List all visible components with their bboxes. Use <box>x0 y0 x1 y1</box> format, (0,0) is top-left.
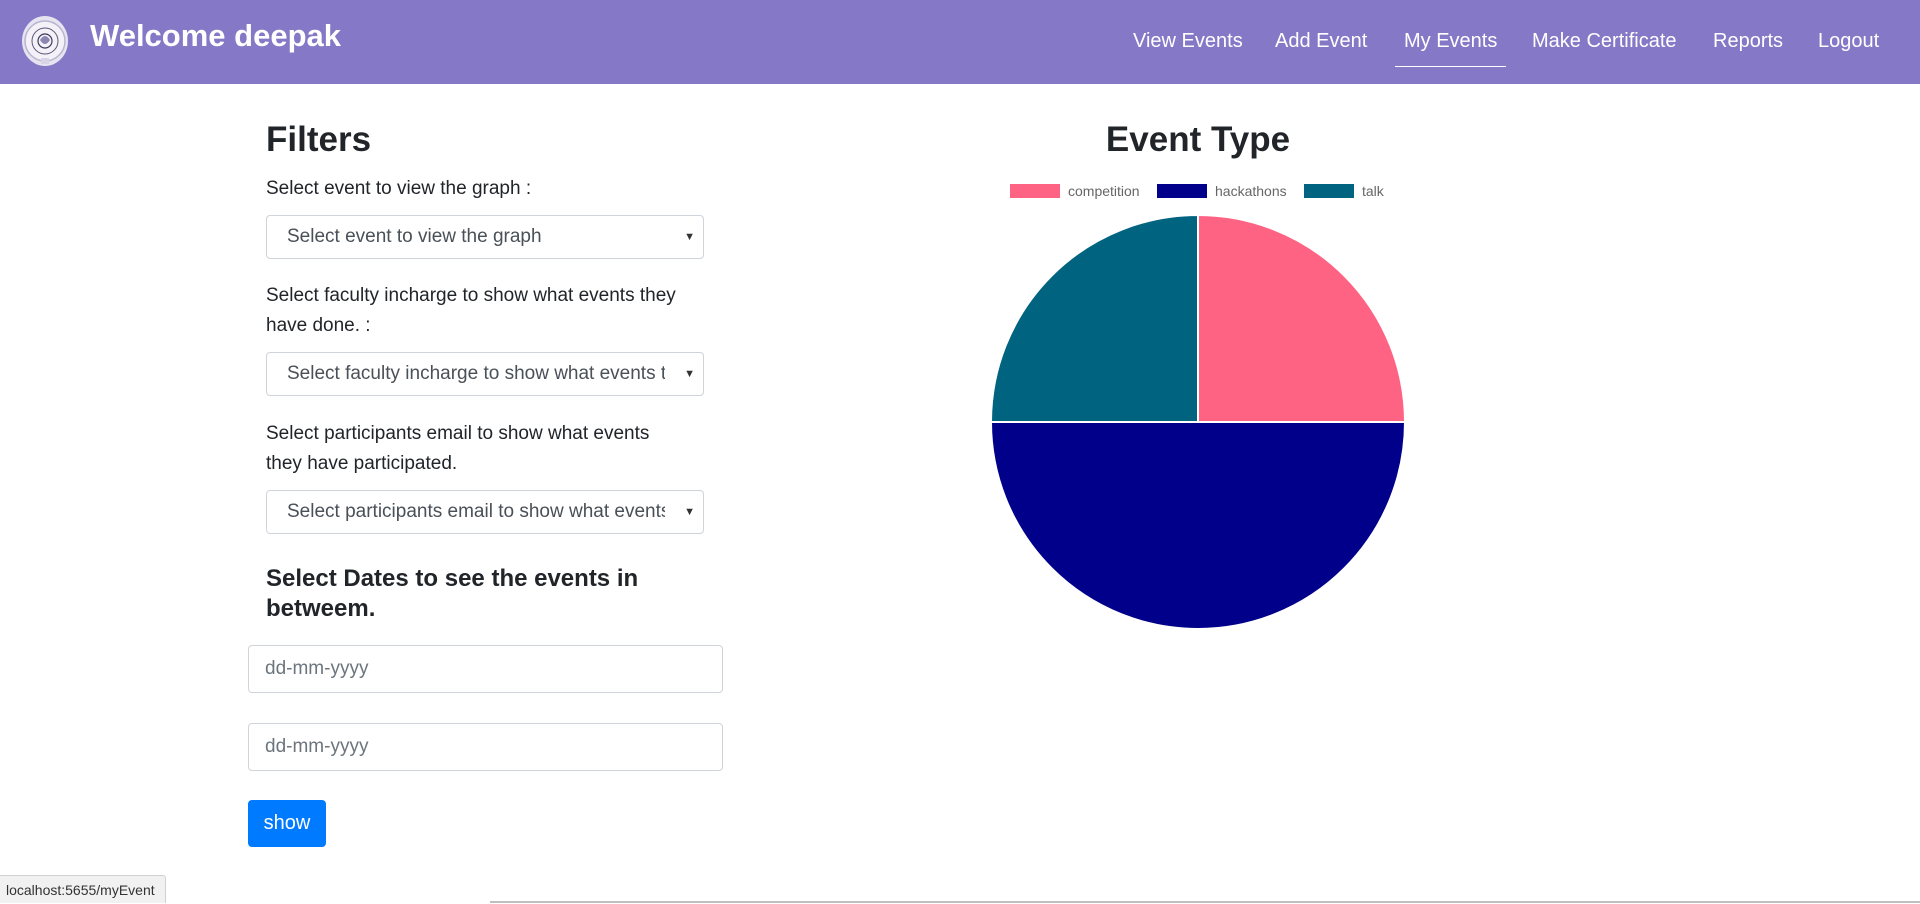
chart-title: Event Type <box>1105 120 1291 159</box>
legend-item-hackathons[interactable]: hackathons <box>1157 183 1287 199</box>
dates-heading: Select Dates to see the events in betwee… <box>266 564 686 624</box>
dates-heading-line2: betweem. <box>266 595 376 622</box>
legend-swatch <box>1304 184 1354 198</box>
faculty-select-value: Select faculty incharge to show what eve… <box>287 363 665 384</box>
pie-slice-talk[interactable] <box>989 213 1199 423</box>
faculty-select[interactable]: Select faculty incharge to show what eve… <box>266 352 704 396</box>
date-to-input[interactable]: dd-mm-yyyy <box>248 723 723 771</box>
legend-item-talk[interactable]: talk <box>1304 183 1384 199</box>
event-select-label: Select event to view the graph : <box>266 178 532 199</box>
faculty-label-line2: have done. : <box>266 315 371 336</box>
faculty-label-line1: Select faculty incharge to show what eve… <box>266 285 676 306</box>
legend-label: hackathons <box>1215 183 1287 199</box>
legend-swatch <box>1157 184 1207 198</box>
participant-select-label: Select participants email to show what e… <box>266 419 649 479</box>
participant-select[interactable]: Select participants email to show what e… <box>266 490 704 534</box>
college-logo-icon[interactable] <box>22 16 68 66</box>
nav-view-events[interactable]: View Events <box>1133 30 1243 53</box>
faculty-select-label: Select faculty incharge to show what eve… <box>266 281 676 341</box>
event-type-pie-chart <box>989 213 1407 630</box>
participant-label-line1: Select participants email to show what e… <box>266 423 650 444</box>
nav-add-event[interactable]: Add Event <box>1275 30 1367 53</box>
welcome-brand[interactable]: Welcome deepak <box>90 18 341 54</box>
event-select[interactable]: Select event to view the graph ▼ <box>266 215 704 259</box>
nav-logout[interactable]: Logout <box>1818 30 1879 53</box>
pie-slice-competition[interactable] <box>1197 213 1407 423</box>
chevron-down-icon: ▼ <box>684 368 695 380</box>
event-select-value: Select event to view the graph <box>287 226 542 247</box>
pie-slice-hackathons[interactable] <box>989 421 1407 630</box>
chevron-down-icon: ▼ <box>684 231 695 243</box>
navbar: Welcome deepak View Events Add Event My … <box>0 0 1920 84</box>
legend-label: talk <box>1362 183 1384 199</box>
nav-make-certificate[interactable]: Make Certificate <box>1532 30 1677 53</box>
date-from-input[interactable]: dd-mm-yyyy <box>248 645 723 693</box>
chevron-down-icon: ▼ <box>684 506 695 518</box>
filters-heading: Filters <box>266 120 372 159</box>
participant-label-line2: they have participated. <box>266 453 458 474</box>
status-bar-url: localhost:5655/myEvent <box>0 875 166 903</box>
legend-label: competition <box>1068 183 1140 199</box>
dates-heading-line1: Select Dates to see the events in <box>266 565 639 592</box>
nav-my-events[interactable]: My Events <box>1395 30 1507 67</box>
legend-swatch <box>1010 184 1060 198</box>
nav-reports[interactable]: Reports <box>1713 30 1783 53</box>
participant-select-value: Select participants email to show what e… <box>287 501 665 522</box>
legend-item-competition[interactable]: competition <box>1010 183 1140 199</box>
show-button[interactable]: show <box>248 800 326 847</box>
